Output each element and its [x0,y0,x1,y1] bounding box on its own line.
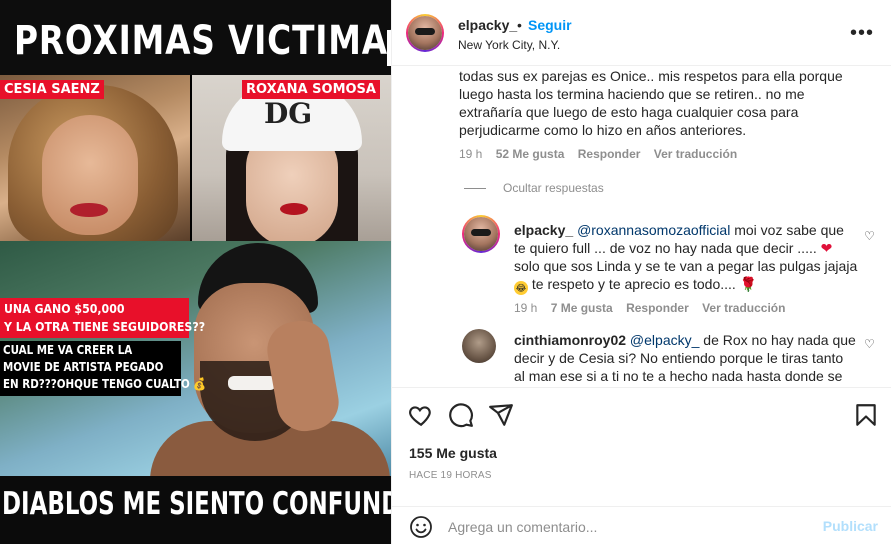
red-caption-line-2: Y LA OTRA TIENE SEGUIDORES?? [4,319,206,334]
laughing-emoji-icon: 😂 [514,281,528,295]
avatar-photo [408,16,442,50]
black-caption-line-3-text: EN RD???OHQUE TENGO CUALTO [3,377,190,391]
comment-2-line-1: elpacky_ @roxannasomozaofficial moi voz … [514,221,864,239]
post-location[interactable]: New York City, N.Y. [458,38,560,52]
avatar-glasses [414,27,436,36]
avatar-glasses [470,228,492,237]
comment-1-line-3: extrañaría que luego de esto haga cualqu… [459,104,799,120]
comment-2-mention[interactable]: @roxannasomozaofficial [577,222,730,238]
instagram-post-view: PROXIMAS VICTIMAS DG CESIA SAENZ ROXANA … [0,0,891,544]
post-image[interactable]: PROXIMAS VICTIMAS DG CESIA SAENZ ROXANA … [0,0,391,544]
comment-3-username[interactable]: cinthiamonroy02 [514,332,626,348]
cap-logo: DG [264,97,313,130]
comment-3-text: cinthiamonroy02 @elpacky_ de Rox no hay … [514,331,864,385]
money-bag-icon: 💰 [193,377,207,391]
black-caption-line-3: EN RD???OHQUE TENGO CUALTO 💰 [3,376,206,393]
comment-2-meta: 19 h 7 Me gusta Responder Ver traducción [514,301,795,315]
post-side-panel: elpacky_ • Seguir New York City, N.Y. ••… [391,0,891,544]
red-caption-text: UNA GANO $50,000 Y LA OTRA TIENE SEGUIDO… [4,300,205,336]
rose-emoji-icon: 🌹 [739,276,758,292]
man-teeth [228,376,276,390]
emoji-picker-icon[interactable] [409,515,433,539]
comment-3-line-2: decir y de Cesia si? No entiendo porque … [514,350,844,366]
like-heart-icon[interactable] [408,402,434,428]
post-actions: 155 Me gusta HACE 19 HORAS Publicar [392,387,891,544]
comment-2-line-3: solo que sos Linda y se te van a pegar l… [514,258,858,274]
comment-2-line-1-rest: moi voz sabe que [730,222,844,238]
image-title-bar: PROXIMAS VICTIMAS [0,0,391,75]
comment-1-text: todas sus ex parejas es Onice.. mis resp… [459,67,843,139]
comment-1-line-4: perjudicarme como lo hizo en años anteri… [459,122,747,138]
reply-author-avatar[interactable] [462,215,500,253]
comment-1-reply-button[interactable]: Responder [578,147,641,161]
image-title-text: PROXIMAS VICTIMAS [14,18,391,64]
comment-3-line-1-rest: de Rox no hay nada que [699,332,856,348]
comment-2-line-2: te quiero full ... de voz no hay nada qu… [514,239,864,257]
share-send-icon[interactable] [488,402,514,428]
comment-1-likes[interactable]: 52 Me gusta [496,147,565,161]
post-header: elpacky_ • Seguir New York City, N.Y. ••… [392,0,891,66]
comment-1-translate-button[interactable]: Ver traducción [654,147,737,161]
black-caption-text: CUAL ME VA CREER LA MOVIE DE ARTISTA PEG… [3,342,206,393]
name-tag-right: ROXANA SOMOSA [242,80,380,99]
comment-2-translate-button[interactable]: Ver traducción [702,301,785,315]
comment-2-like-icon[interactable]: ♡ [864,229,875,243]
more-options-icon[interactable]: ••• [850,22,874,45]
comment-input[interactable] [448,516,808,538]
face-left [42,115,138,235]
comment-2-time: 19 h [514,301,538,315]
black-caption-line-2: MOVIE DE ARTISTA PEGADO [3,360,164,374]
comment-2-reply-button[interactable]: Responder [626,301,689,315]
likes-count[interactable]: 155 Me gusta [409,445,497,461]
comment-2-line-4: 😂 te respeto y te aprecio es todo.... 🌹 [514,275,864,295]
comment-2-line-2-text: te quiero full ... de voz no hay nada qu… [514,240,817,256]
comment-2-text: elpacky_ @roxannasomozaofficial moi voz … [514,221,864,295]
post-time[interactable]: HACE 19 HORAS [409,470,492,481]
photo-woman-left [0,75,190,241]
hide-replies-button[interactable]: Ocultar respuestas [503,181,604,195]
comments-list[interactable]: todas sus ex parejas es Onice.. mis resp… [392,67,891,387]
lips-left [70,203,108,217]
comment-2-username[interactable]: elpacky_ [514,222,573,238]
follow-button[interactable]: Seguir [528,17,572,33]
hide-replies-line [464,188,486,189]
avatar-photo [464,217,498,251]
header-dot: • [517,17,522,33]
comment-1-line-2: luego hasta los termina haciendo que se … [459,86,805,102]
publish-button[interactable]: Publicar [823,518,878,534]
name-tag-left: CESIA SAENZ [0,80,104,99]
save-bookmark-icon[interactable] [853,402,879,428]
author-username[interactable]: elpacky_ [458,17,517,33]
comment-3-line-3: al man ese si a ti no te a hecho nada ha… [514,368,843,384]
comment-3-avatar[interactable] [462,329,496,363]
comment-1-line-1: todas sus ex parejas es Onice.. mis resp… [459,68,843,84]
comment-composer: Publicar [392,506,891,544]
author-avatar[interactable] [406,14,444,52]
comment-2-likes[interactable]: 7 Me gusta [551,301,613,315]
red-caption-line-1: UNA GANO $50,000 [4,301,125,316]
heart-emoji-icon: ❤ [820,240,833,256]
photo-woman-right: DG [192,75,391,241]
lips-right [280,203,308,215]
comment-2-line-4-text: te respeto y te aprecio es todo.... [528,276,736,292]
comment-1-meta: 19 h 52 Me gusta Responder Ver traducció… [459,147,747,161]
comment-1-time: 19 h [459,147,483,161]
black-caption-line-1: CUAL ME VA CREER LA [3,343,133,357]
comment-3-mention[interactable]: @elpacky_ [630,332,699,348]
bottom-caption-text: DIABLOS ME SIENTO CONFUNDIDO [2,486,391,522]
comment-3-like-icon[interactable]: ♡ [864,337,875,351]
comment-bubble-icon[interactable] [448,402,474,428]
comment-3-line-1: cinthiamonroy02 @elpacky_ de Rox no hay … [514,331,864,349]
